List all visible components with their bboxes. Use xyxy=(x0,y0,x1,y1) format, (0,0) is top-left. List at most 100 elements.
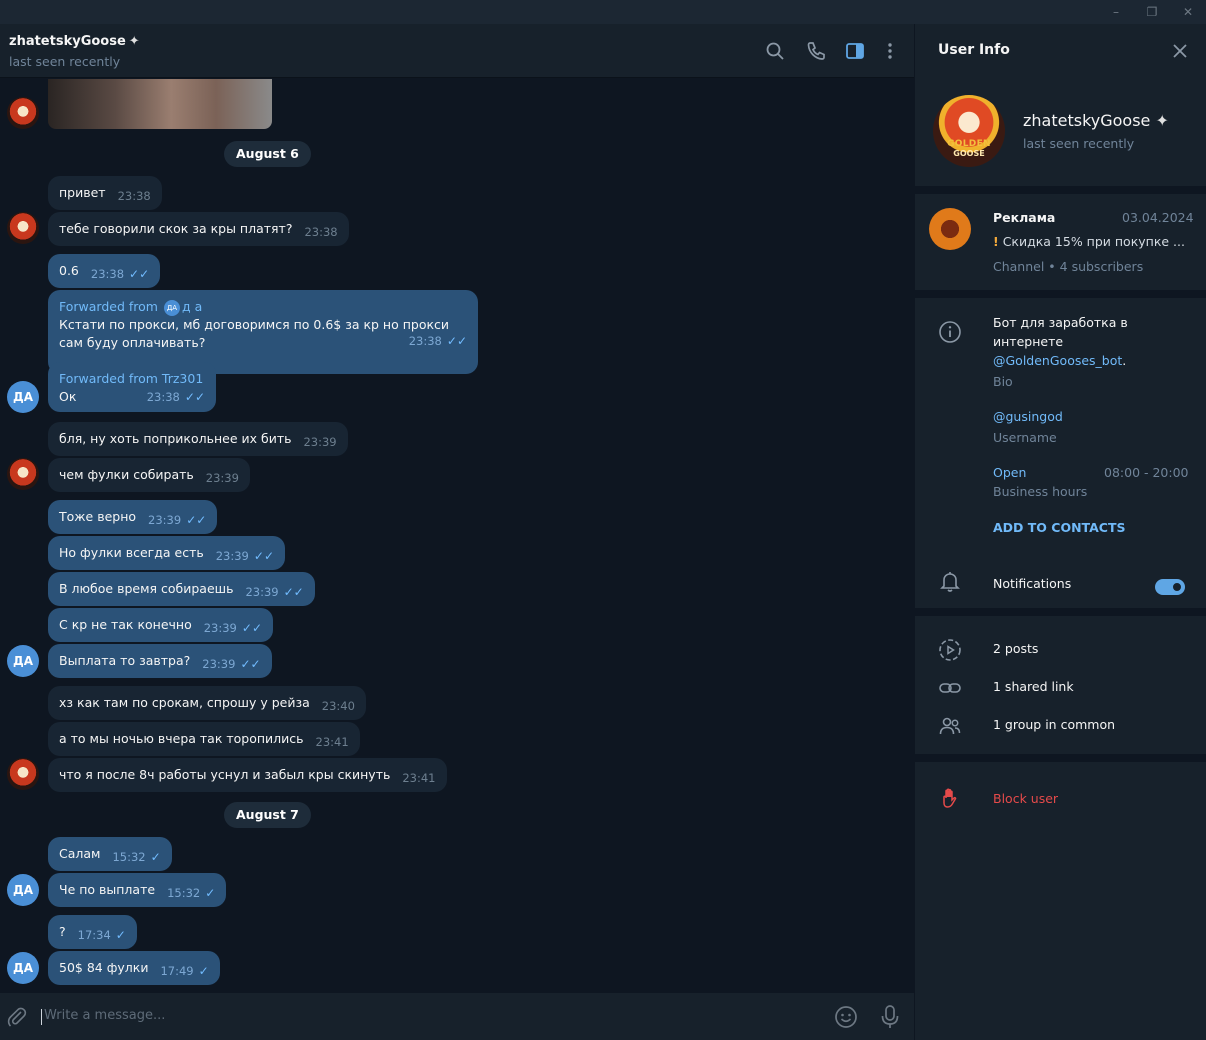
forwarded-label[interactable]: Forwarded from Trz301 xyxy=(59,370,205,388)
close-window-icon[interactable]: ✕ xyxy=(1180,4,1196,20)
personal-channel[interactable]: Реклама 03.04.2024 ! Скидка 15% при поку… xyxy=(915,194,1206,290)
message-bubble[interactable]: что я после 8ч работы уснул и забыл кры … xyxy=(48,758,447,792)
message-bubble[interactable]: Салам 15:32 ✓ xyxy=(48,837,172,871)
business-hours-label: Business hours xyxy=(993,484,1088,499)
profile-status: last seen recently xyxy=(1023,136,1135,151)
message-text: привет xyxy=(59,185,106,200)
username-label: Username xyxy=(993,430,1057,445)
notifications-label: Notifications xyxy=(993,576,1072,591)
message-time: 23:39 xyxy=(245,585,279,599)
hand-stop-icon xyxy=(943,788,957,808)
message-text: что я после 8ч работы уснул и забыл кры … xyxy=(59,767,391,782)
exclamation-icon: ! xyxy=(993,234,999,249)
stories-icon xyxy=(939,639,961,661)
message-time: 23:38 xyxy=(90,267,125,281)
message-bubble[interactable]: В любое время собираешь 23:39 ✓✓ xyxy=(48,572,315,606)
groups-in-common[interactable]: 1 group in common xyxy=(993,717,1115,732)
avatar[interactable]: ДА xyxy=(7,952,39,984)
paperclip-icon[interactable] xyxy=(6,1006,28,1028)
message-bubble[interactable]: С кр не так конечно 23:39 ✓✓ xyxy=(48,608,273,642)
message-bubble[interactable]: а то мы ночью вчера так торопились 23:41 xyxy=(48,722,360,756)
message-time: 23:38 xyxy=(304,225,338,239)
message-time: 23:41 xyxy=(315,735,349,749)
restore-icon[interactable]: ❐ xyxy=(1144,4,1160,20)
message-time: 23:38 xyxy=(408,334,442,348)
message-bubble[interactable]: 0.6 23:38 ✓✓ xyxy=(48,254,161,288)
link-icon xyxy=(939,683,961,693)
shared-media-section: 2 posts 1 shared link 1 group in common xyxy=(915,616,1206,754)
message-bubble[interactable]: привет 23:38 xyxy=(48,176,162,210)
avatar[interactable]: ДА xyxy=(7,645,39,677)
profile-name-text: zhatetskyGoose xyxy=(1023,111,1151,130)
avatar[interactable] xyxy=(7,212,39,244)
window-titlebar: – ❐ ✕ xyxy=(0,0,1206,24)
message-bubble[interactable]: Че по выплате 15:32 ✓ xyxy=(48,873,227,907)
profile-name: zhatetskyGoose ✦ xyxy=(1023,111,1169,130)
avatar[interactable]: ДА xyxy=(7,381,39,413)
emoji-icon[interactable] xyxy=(834,1005,858,1029)
more-vertical-icon[interactable] xyxy=(879,40,901,62)
group-icon xyxy=(939,717,961,735)
avatar[interactable] xyxy=(7,97,39,129)
message-bubble[interactable]: Выплата то завтра? 23:39 ✓✓ xyxy=(48,644,272,678)
forwarded-message-bubble[interactable]: Forwarded from Trz301 Ок 23:38 ✓✓ xyxy=(48,362,216,412)
message-input[interactable]: Write a message... xyxy=(44,1008,165,1023)
message-bubble[interactable]: бля, ну хоть поприкольнее их бить 23:39 xyxy=(48,422,348,456)
text-caret xyxy=(41,1009,42,1025)
panel-title: User Info xyxy=(938,42,1010,58)
message-bubble[interactable]: тебе говорили скок за кры платят? 23:38 xyxy=(48,212,349,246)
profile-avatar[interactable]: GOLDEN GOOSE xyxy=(933,95,1005,167)
message-text: Салам xyxy=(59,846,101,861)
username-link[interactable]: @gusingod xyxy=(993,409,1063,424)
message-time: 23:39 xyxy=(303,435,337,449)
message-text: ? xyxy=(59,924,66,939)
message-text: 50$ 84 фулки xyxy=(59,960,149,975)
message-time: 15:32 xyxy=(167,886,201,900)
message-bubble[interactable]: хз как там по срокам, спрошу у рейза 23:4… xyxy=(48,686,366,720)
avatar[interactable]: ДА xyxy=(7,874,39,906)
message-text: Тоже верно xyxy=(59,509,137,524)
message-text: чем фулки собирать xyxy=(59,467,194,482)
search-icon[interactable] xyxy=(764,40,786,62)
avatar[interactable] xyxy=(7,758,39,790)
message-bubble[interactable]: Тоже верно 23:39 ✓✓ xyxy=(48,500,218,534)
premium-emoji-icon: ✦ xyxy=(1155,111,1169,130)
date-separator: August 7 xyxy=(224,802,311,828)
shared-links-count[interactable]: 1 shared link xyxy=(993,679,1074,694)
message-bubble[interactable]: чем фулки собирать 23:39 xyxy=(48,458,250,492)
block-user-button[interactable]: Block user xyxy=(993,791,1058,806)
phone-icon[interactable] xyxy=(805,40,827,62)
forward-avatar: ДА xyxy=(163,299,180,316)
message-bubble[interactable]: 50$ 84 фулки 17:49 ✓ xyxy=(48,951,220,985)
sidebar-toggle-icon[interactable] xyxy=(844,40,866,62)
chat-title[interactable]: zhatetskyGoose ✦ xyxy=(9,34,140,49)
channel-avatar xyxy=(929,208,971,250)
message-bubble[interactable]: Но фулки всегда есть 23:39 ✓✓ xyxy=(48,536,285,570)
avatar[interactable] xyxy=(7,458,39,490)
read-checkmarks-icon: ✓✓ xyxy=(283,585,304,599)
posts-count[interactable]: 2 posts xyxy=(993,641,1038,656)
message-list[interactable]: August 6 привет 23:38 тебе говорили скок … xyxy=(0,79,914,993)
message-text: бля, ну хоть поприкольнее их бить xyxy=(59,431,292,446)
close-icon[interactable] xyxy=(1170,41,1190,61)
add-to-contacts-button[interactable]: ADD TO CONTACTS xyxy=(993,520,1125,535)
business-hours-status[interactable]: Open xyxy=(993,465,1026,480)
notifications-toggle[interactable] xyxy=(1155,579,1185,595)
message-time: 23:39 xyxy=(215,549,249,563)
bio-text: Бот для заработка в xyxy=(993,315,1128,330)
message-text: В любое время собираешь xyxy=(59,581,234,596)
read-checkmarks-icon: ✓✓ xyxy=(184,390,205,404)
forwarded-from-name[interactable]: д а xyxy=(182,299,202,314)
channel-preview: Скидка 15% при покупке ... xyxy=(1002,234,1185,249)
message-time: 23:39 xyxy=(148,513,182,527)
bio-bot-link[interactable]: @GoldenGooses_bot xyxy=(993,353,1122,368)
message-text: тебе говорили скок за кры платят? xyxy=(59,221,293,236)
channel-name: Реклама xyxy=(993,210,1056,225)
message-time: 23:38 xyxy=(117,189,151,203)
message-bubble[interactable]: ? 17:34 ✓ xyxy=(48,915,137,949)
read-checkmarks-icon: ✓✓ xyxy=(186,513,207,527)
photo-message[interactable] xyxy=(48,79,272,129)
minimize-icon[interactable]: – xyxy=(1108,4,1124,20)
microphone-icon[interactable] xyxy=(879,1004,901,1030)
bio-label: Bio xyxy=(993,374,1013,389)
